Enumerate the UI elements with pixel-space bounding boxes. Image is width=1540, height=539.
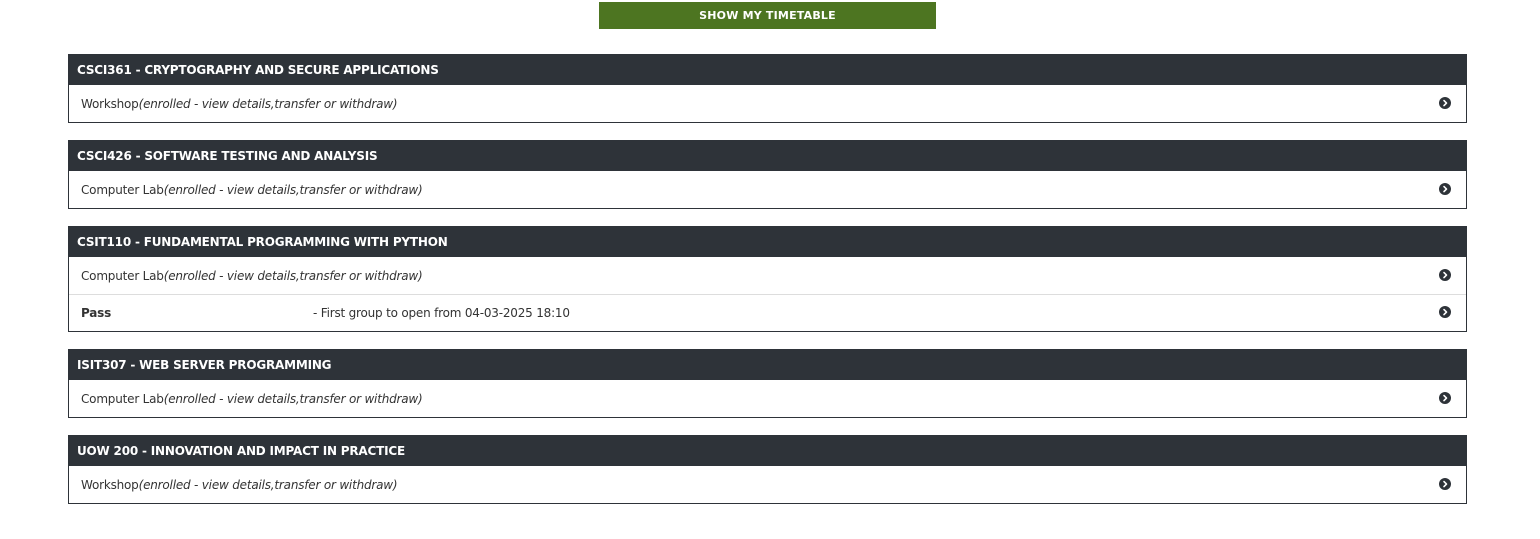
chevron-right-circle-icon[interactable] [1439,477,1451,490]
class-type: Workshop [81,96,139,111]
enrolment-status-link[interactable]: (enrolled - view details,transfer or wit… [139,97,398,111]
course-card: CSCI426 - SOFTWARE TESTING AND ANALYSIS … [68,140,1467,209]
class-row[interactable]: Workshop (enrolled - view details,transfe… [69,85,1466,122]
enrolment-status-link[interactable]: (enrolled - view details,transfer or wit… [139,478,398,492]
class-type: Computer Lab [81,182,164,197]
class-row[interactable]: Computer Lab (enrolled - view details,tra… [69,380,1466,417]
course-title: UOW 200 - INNOVATION AND IMPACT IN PRACT… [69,436,1466,466]
course-title: CSCI426 - SOFTWARE TESTING AND ANALYSIS [69,141,1466,171]
class-row[interactable]: Computer Lab (enrolled - view details,tra… [69,171,1466,208]
pass-row[interactable]: Pass - First group to open from 04-03-20… [69,294,1466,331]
course-card: ISIT307 - WEB SERVER PROGRAMMING Compute… [68,349,1467,418]
enrolment-status-link[interactable]: (enrolled - view details,transfer or wit… [164,183,423,197]
class-type: Workshop [81,477,139,492]
course-title: CSIT110 - FUNDAMENTAL PROGRAMMING WITH P… [69,227,1466,257]
pass-label: Pass [81,306,112,320]
chevron-right-circle-icon[interactable] [1439,268,1451,281]
course-title: ISIT307 - WEB SERVER PROGRAMMING [69,350,1466,380]
class-type: Computer Lab [81,391,164,406]
course-title: CSCI361 - CRYPTOGRAPHY AND SECURE APPLIC… [69,55,1466,85]
course-card: UOW 200 - INNOVATION AND IMPACT IN PRACT… [68,435,1467,504]
class-row[interactable]: Computer Lab (enrolled - view details,tra… [69,257,1466,294]
course-card: CSIT110 - FUNDAMENTAL PROGRAMMING WITH P… [68,226,1467,332]
enrolment-status-link[interactable]: (enrolled - view details,transfer or wit… [164,269,423,283]
enrolment-status-link[interactable]: (enrolled - view details,transfer or wit… [164,392,423,406]
class-type: Computer Lab [81,268,164,283]
chevron-right-circle-icon[interactable] [1439,391,1451,404]
chevron-right-circle-icon[interactable] [1439,306,1451,319]
show-my-timetable-button[interactable]: SHOW MY TIMETABLE [599,2,936,29]
course-card: CSCI361 - CRYPTOGRAPHY AND SECURE APPLIC… [68,54,1467,123]
class-row[interactable]: Workshop (enrolled - view details,transfe… [69,466,1466,503]
chevron-right-circle-icon[interactable] [1439,96,1451,109]
chevron-right-circle-icon[interactable] [1439,182,1451,195]
course-list: CSCI361 - CRYPTOGRAPHY AND SECURE APPLIC… [68,54,1467,521]
pass-open-note: - First group to open from 04-03-2025 18… [313,306,570,320]
